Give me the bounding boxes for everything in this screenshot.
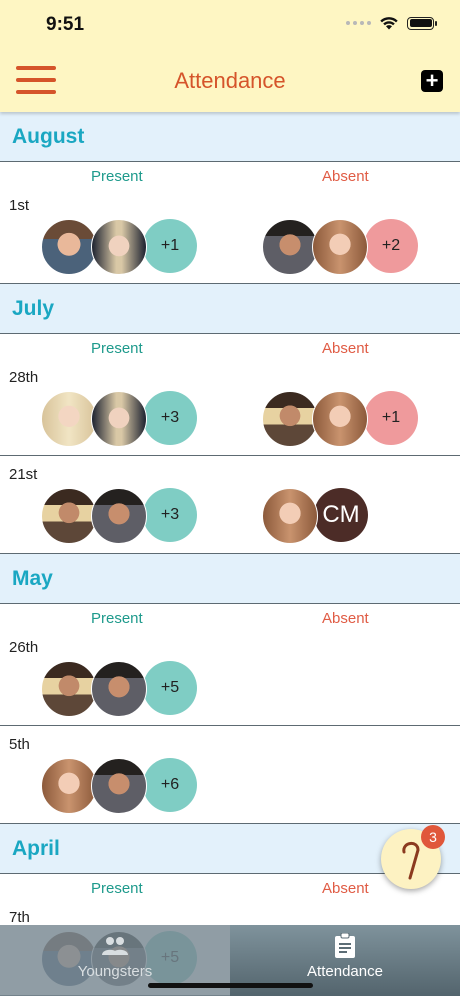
day-label: 1st	[9, 197, 30, 214]
status-time: 9:51	[46, 14, 85, 35]
top-bar: 9:51 Attendance +	[0, 0, 460, 112]
battery-icon	[407, 16, 437, 30]
avatar	[91, 661, 147, 717]
absent-avatars[interactable]: +1	[262, 391, 418, 447]
people-icon	[101, 933, 129, 959]
avatar	[262, 391, 318, 447]
avatar	[91, 391, 147, 447]
avatar	[91, 488, 147, 544]
avatar	[91, 758, 147, 814]
day-row[interactable]: Present Absent 26th +5	[0, 604, 460, 726]
absent-column-label: Absent	[322, 880, 369, 897]
avatar	[41, 219, 97, 275]
wifi-icon	[380, 17, 398, 30]
absent-extra-count: +1	[364, 391, 418, 445]
avatar	[312, 391, 368, 447]
avatar	[41, 488, 97, 544]
absent-column-label: Absent	[322, 168, 369, 185]
page-title: Attendance	[174, 68, 286, 93]
absent-avatars[interactable]: CM	[262, 488, 368, 544]
day-row[interactable]: 21st +3 CM	[0, 456, 460, 554]
avatar	[312, 219, 368, 275]
present-extra-count: +1	[143, 219, 197, 273]
home-indicator	[148, 983, 313, 988]
day-label: 21st	[9, 466, 38, 483]
avatar	[41, 758, 97, 814]
day-row[interactable]: 5th +6	[0, 726, 460, 824]
present-column-label: Present	[91, 168, 143, 185]
notification-badge: 3	[421, 825, 445, 849]
absent-initials-avatar: CM	[314, 488, 368, 542]
present-avatars[interactable]: +6	[41, 758, 197, 814]
month-header-july: July	[0, 284, 460, 334]
month-header-august: August	[0, 112, 460, 162]
absent-extra-count: +2	[364, 219, 418, 273]
avatar	[262, 488, 318, 544]
present-column-label: Present	[91, 880, 143, 897]
present-extra-count: +6	[143, 758, 197, 812]
tab-label: Attendance	[307, 963, 383, 980]
day-row[interactable]: Present Absent 28th +3 +1	[0, 334, 460, 456]
shepherd-staff-icon	[402, 842, 420, 880]
present-extra-count: +3	[143, 391, 197, 445]
avatar	[91, 219, 147, 275]
month-header-may: May	[0, 554, 460, 604]
present-avatars[interactable]: +3	[41, 488, 197, 544]
signal-icon	[346, 21, 371, 25]
tab-label: Youngsters	[77, 963, 153, 980]
day-label: 28th	[9, 369, 39, 386]
avatar	[41, 391, 97, 447]
present-avatars[interactable]: +5	[41, 661, 197, 717]
add-icon[interactable]: +	[421, 70, 443, 92]
clipboard-icon	[334, 933, 356, 959]
avatar	[262, 219, 318, 275]
status-icons	[346, 16, 437, 30]
present-extra-count: +5	[143, 661, 197, 715]
present-avatars[interactable]: +3	[41, 391, 197, 447]
absent-avatars[interactable]: +2	[262, 219, 418, 275]
day-row[interactable]: Present Absent 1st +1 +2	[0, 162, 460, 284]
absent-column-label: Absent	[322, 610, 369, 627]
day-label: 26th	[9, 639, 39, 656]
present-column-label: Present	[91, 340, 143, 357]
day-label: 7th	[9, 909, 30, 926]
present-avatars[interactable]: +1	[41, 219, 197, 275]
absent-column-label: Absent	[322, 340, 369, 357]
present-extra-count: +3	[143, 488, 197, 542]
present-column-label: Present	[91, 610, 143, 627]
avatar	[41, 661, 97, 717]
shepherd-fab-button[interactable]: 3	[381, 825, 445, 889]
day-label: 5th	[9, 736, 30, 753]
